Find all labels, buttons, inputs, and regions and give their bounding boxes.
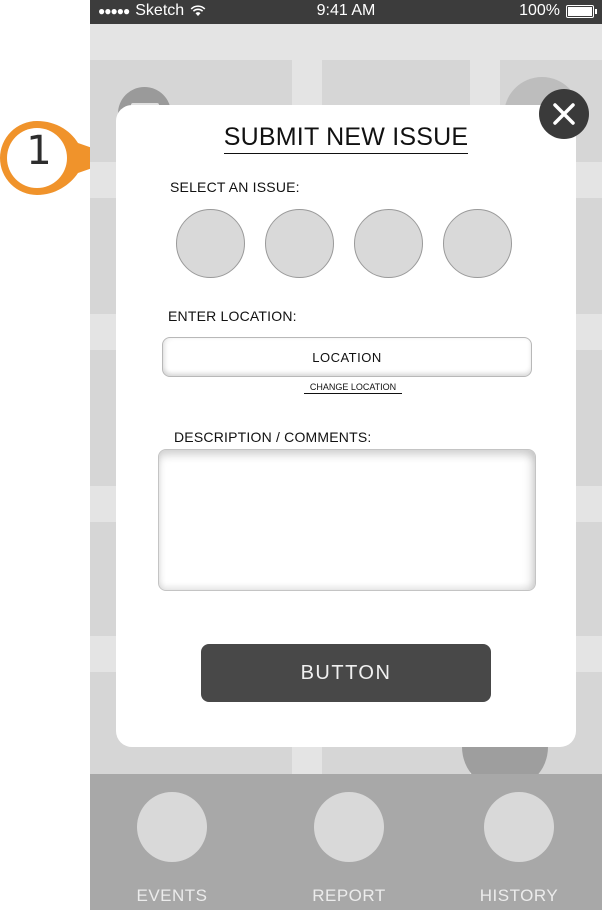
report-icon [314,792,384,862]
submit-issue-modal: SUBMIT NEW ISSUE SELECT AN ISSUE: ENTER … [116,105,576,747]
annotation-number: 1 [26,128,52,174]
change-location-link[interactable]: CHANGE LOCATION [304,382,402,394]
issue-option-2[interactable] [265,209,334,278]
issue-option-1[interactable] [176,209,245,278]
tab-label: HISTORY [479,886,559,905]
history-icon [484,792,554,862]
select-issue-label: SELECT AN ISSUE: [170,179,300,195]
issue-option-3[interactable] [354,209,423,278]
tab-events[interactable]: EVENTS [97,774,247,906]
submit-button[interactable]: BUTTON [201,644,491,702]
tab-label: REPORT [312,886,386,905]
battery-icon [566,4,597,18]
modal-title: SUBMIT NEW ISSUE [116,123,576,154]
issue-option-4[interactable] [443,209,512,278]
close-icon [553,103,575,125]
tab-label: EVENTS [136,886,208,905]
description-textarea[interactable] [158,449,536,591]
tab-history[interactable]: HISTORY [444,774,594,906]
tab-report[interactable]: REPORT [274,774,424,906]
location-field[interactable]: LOCATION [162,337,532,377]
battery-percent: 100% [519,2,560,19]
description-label: DESCRIPTION / COMMENTS: [174,429,372,445]
tab-bar: EVENTS REPORT HISTORY [90,774,602,910]
events-icon [137,792,207,862]
enter-location-label: ENTER LOCATION: [168,308,297,324]
status-bar: ●●●●● Sketch 9:41 AM 100% [90,0,602,24]
close-button[interactable] [539,89,589,139]
